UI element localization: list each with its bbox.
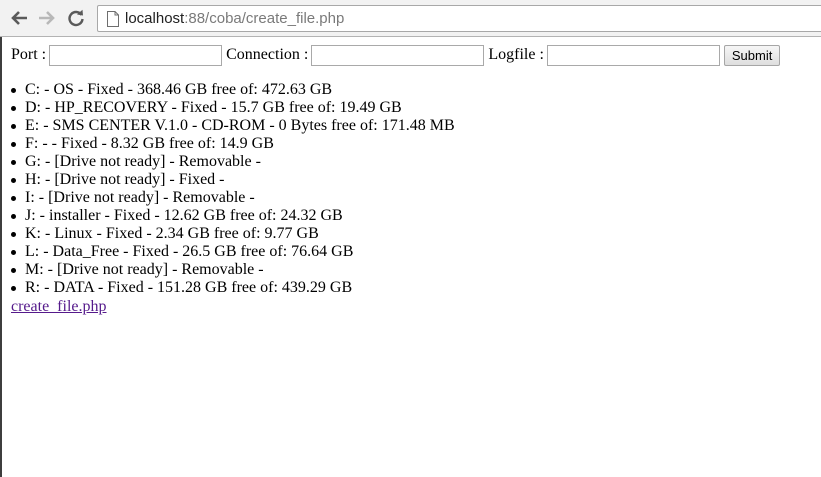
drive-item: H: - [Drive not ready] - Fixed -	[11, 171, 816, 189]
drive-text: M: - [Drive not ready] - Removable -	[25, 261, 264, 278]
reload-button[interactable]	[66, 8, 86, 28]
drive-item: D: - HP_RECOVERY - Fixed - 15.7 GB free …	[11, 99, 816, 117]
drive-text: R: - DATA - Fixed - 151.28 GB free of: 4…	[25, 279, 353, 296]
url-path: :88/coba/create_file.php	[184, 10, 345, 27]
reload-icon	[68, 9, 84, 27]
drive-item: R: - DATA - Fixed - 151.28 GB free of: 4…	[11, 279, 816, 297]
page-content: Port : Connection : Logfile : Submit C: …	[11, 44, 816, 316]
port-input[interactable]	[49, 44, 223, 66]
drive-text: L: - Data_Free - Fixed - 26.5 GB free of…	[25, 243, 354, 260]
list-bullet	[11, 250, 16, 255]
back-button[interactable]	[9, 8, 29, 28]
submit-button[interactable]: Submit	[723, 44, 781, 66]
list-bullet	[11, 286, 16, 291]
drive-item: I: - [Drive not ready] - Removable -	[11, 189, 816, 207]
list-bullet	[11, 232, 16, 237]
logfile-label: Logfile :	[488, 46, 544, 63]
drive-list: C: - OS - Fixed - 368.46 GB free of: 472…	[11, 81, 816, 297]
address-bar[interactable]: localhost:88/coba/create_file.php	[97, 5, 821, 32]
drive-item: K: - Linux - Fixed - 2.34 GB free of: 9.…	[11, 225, 816, 243]
drive-text: E: - SMS CENTER V.1.0 - CD-ROM - 0 Bytes…	[25, 117, 455, 134]
url-host: localhost	[125, 10, 185, 27]
browser-toolbar: localhost:88/coba/create_file.php	[0, 0, 821, 37]
page-icon	[107, 11, 119, 27]
drive-item: J: - installer - Fixed - 12.62 GB free o…	[11, 207, 816, 225]
connection-label: Connection :	[226, 46, 309, 63]
list-bullet	[11, 142, 16, 147]
drive-item: G: - [Drive not ready] - Removable -	[11, 153, 816, 171]
url-text: localhost:88/coba/create_file.php	[125, 10, 344, 27]
create-file-form: Port : Connection : Logfile : Submit	[11, 44, 816, 66]
logfile-input[interactable]	[546, 44, 720, 66]
arrow-right-icon	[39, 11, 55, 25]
create-file-link[interactable]: create_file.php	[11, 298, 107, 316]
arrow-left-icon	[11, 11, 27, 25]
list-bullet	[11, 124, 16, 129]
drive-text: G: - [Drive not ready] - Removable -	[25, 153, 261, 170]
drive-item: C: - OS - Fixed - 368.46 GB free of: 472…	[11, 81, 816, 99]
drive-item: M: - [Drive not ready] - Removable -	[11, 261, 816, 279]
drive-item: E: - SMS CENTER V.1.0 - CD-ROM - 0 Bytes…	[11, 117, 816, 135]
drive-text: D: - HP_RECOVERY - Fixed - 15.7 GB free …	[25, 99, 402, 116]
forward-button[interactable]	[37, 8, 57, 28]
drive-text: J: - installer - Fixed - 12.62 GB free o…	[25, 207, 343, 224]
list-bullet	[11, 214, 16, 219]
drive-text: H: - [Drive not ready] - Fixed -	[25, 171, 225, 188]
list-bullet	[11, 268, 16, 273]
drive-item: F: - - Fixed - 8.32 GB free of: 14.9 GB	[11, 135, 816, 153]
list-bullet	[11, 160, 16, 165]
drive-text: F: - - Fixed - 8.32 GB free of: 14.9 GB	[25, 135, 274, 152]
list-bullet	[11, 178, 16, 183]
list-bullet	[11, 106, 16, 111]
window-edge	[0, 37, 2, 477]
drive-text: I: - [Drive not ready] - Removable -	[25, 189, 255, 206]
connection-input[interactable]	[311, 44, 485, 66]
list-bullet	[11, 88, 16, 93]
drive-text: C: - OS - Fixed - 368.46 GB free of: 472…	[25, 81, 333, 98]
list-bullet	[11, 196, 16, 201]
port-label: Port :	[11, 46, 47, 63]
drive-item: L: - Data_Free - Fixed - 26.5 GB free of…	[11, 243, 816, 261]
drive-text: K: - Linux - Fixed - 2.34 GB free of: 9.…	[25, 225, 319, 242]
